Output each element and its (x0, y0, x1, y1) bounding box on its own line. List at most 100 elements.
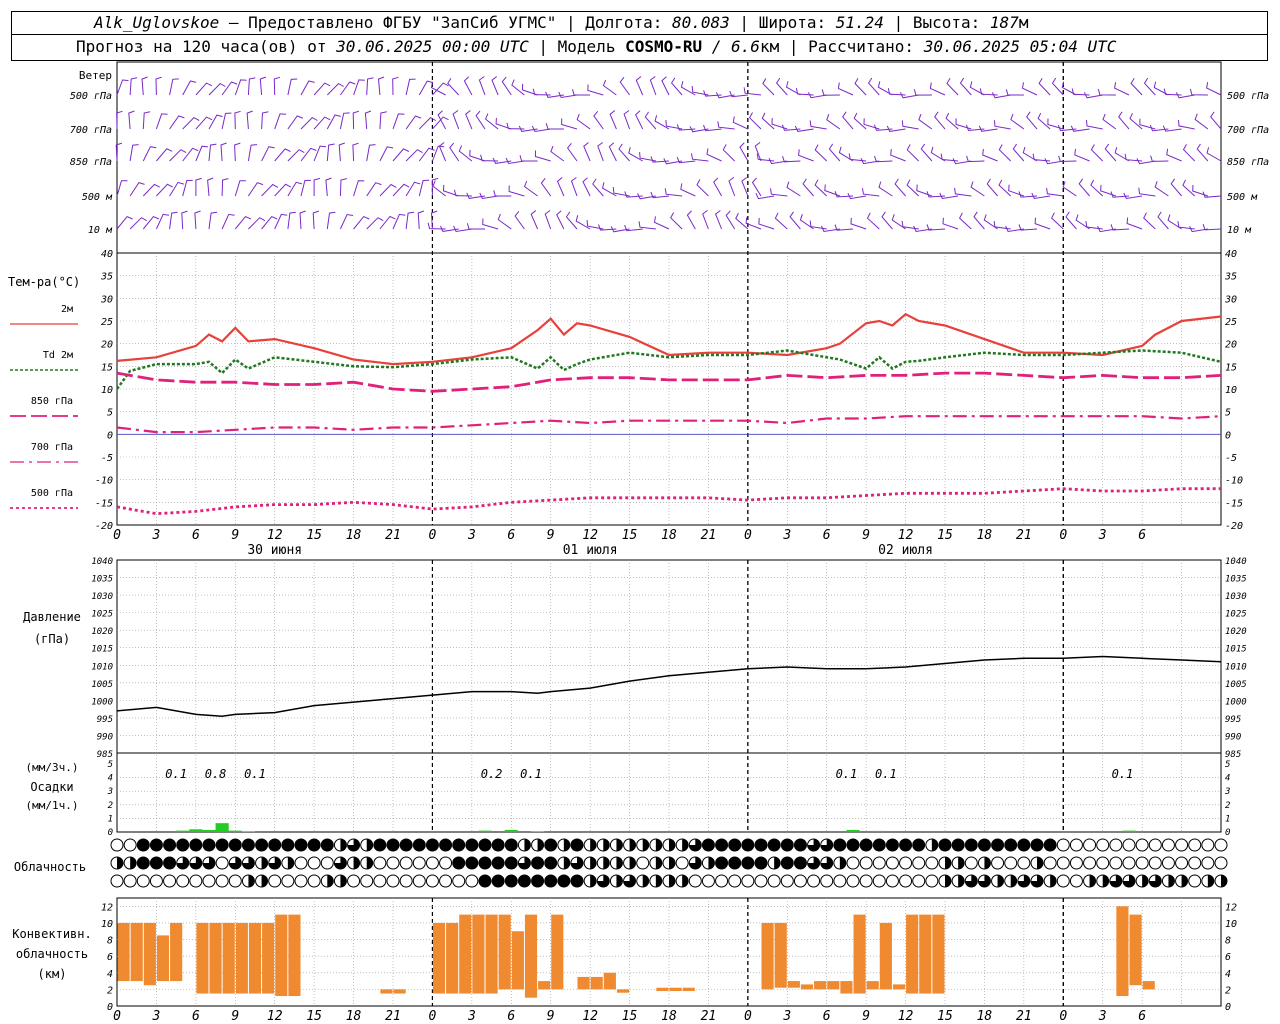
hour-tick-label: 15 (937, 528, 953, 543)
cloud-circle (1201, 856, 1215, 870)
cloud-fill (629, 839, 636, 851)
legend-td2m-label: Td 2м (43, 350, 73, 361)
cloud-circle (793, 838, 807, 852)
cloud-cover-icon (754, 856, 768, 870)
cloud-circle (202, 874, 216, 888)
cloud-circle (1017, 856, 1031, 870)
hour-tick-label: 3 (467, 528, 476, 543)
convective-bar (1129, 914, 1142, 986)
cloud-circle (268, 874, 282, 888)
hour-tick-label: 21 (701, 528, 717, 543)
temp-ytick-right: 40 (1225, 249, 1237, 260)
wind-barb (887, 88, 906, 96)
cloud-cover-icon (767, 856, 781, 870)
wind-barb (1139, 118, 1156, 130)
cloud-cover-icon (399, 856, 413, 870)
wind-barb (1163, 88, 1182, 96)
cloud-cover-icon (570, 838, 584, 852)
cloud-cover-icon (675, 856, 689, 870)
pres-ytick-left: 995 (97, 715, 113, 725)
cloud-cover-icon (202, 838, 216, 852)
convective-bar (235, 922, 248, 994)
wind-barb (234, 215, 252, 230)
cloud-cover-icon (688, 838, 702, 852)
precip-bar (176, 830, 190, 832)
wind-barb (1086, 119, 1103, 130)
cloud-cover-icon (228, 856, 242, 870)
cloud-circle (715, 838, 729, 852)
wind-barb (570, 177, 578, 197)
cloud-cover-icon (872, 856, 886, 870)
temp-ytick-right: -20 (1225, 521, 1243, 532)
convective-bar (932, 914, 945, 994)
hour-tick-label: 0 (1059, 1009, 1067, 1024)
cloud-cover-icon (636, 874, 650, 888)
wind-barb (1022, 146, 1038, 162)
wind-barb (261, 215, 278, 230)
precip-bar (478, 830, 492, 832)
convective-bar (222, 922, 235, 994)
wind-barb (774, 212, 788, 230)
cloud-cover-icon (728, 856, 742, 870)
precip-ytick-left: 2 (108, 801, 113, 811)
pres-ytick-left: 1035 (91, 575, 113, 585)
temp-ytick-left: 40 (101, 249, 113, 260)
cloud-cover-icon (504, 838, 518, 852)
convective-bar (787, 981, 800, 988)
cloud-cover-icon (899, 838, 913, 852)
cloud-cover-icon (754, 838, 768, 852)
wind-barb (601, 182, 617, 197)
conv-ytick-left: 10 (101, 919, 113, 930)
cloud-circle (1069, 856, 1083, 870)
wind-barb (234, 79, 247, 96)
cloud-cover-icon (951, 838, 965, 852)
wind-barb (795, 88, 814, 96)
cloud-cover-icon (609, 874, 623, 888)
wind-barb (366, 144, 376, 162)
cloud-cover-icon (465, 856, 479, 870)
cloud-circle (241, 838, 255, 852)
convective-bar (761, 922, 774, 990)
wind-barb (353, 180, 365, 197)
wind-barb (287, 78, 298, 96)
wind-barb (789, 211, 801, 230)
cloud-cover-icon (149, 838, 163, 852)
wind-barb (732, 116, 749, 130)
wind-barb (826, 114, 841, 130)
wind-barb (169, 78, 179, 96)
cloud-circle (452, 856, 466, 870)
wind-barb (644, 111, 657, 130)
wind-barb (417, 210, 425, 230)
wind-barb (696, 179, 709, 197)
cloud-circle (912, 838, 926, 852)
cloud-circle (478, 838, 492, 852)
wind-barb (1206, 147, 1222, 162)
cloud-circle (807, 874, 821, 888)
cloud-fill (366, 839, 373, 851)
wind-barb (1114, 146, 1130, 162)
cloud-circle (1109, 838, 1123, 852)
wind-barb (452, 110, 460, 130)
cloud-cover-icon (1201, 838, 1215, 852)
cloud-cover-icon (1043, 856, 1057, 870)
cloud-circle (885, 838, 899, 852)
cloud-cover-icon (977, 856, 991, 870)
wind-barb (116, 180, 128, 197)
cloud-circle (544, 856, 558, 870)
day-label: 02 июля (878, 543, 933, 558)
wind-barb (521, 83, 538, 96)
cloud-circle (846, 856, 860, 870)
cloud-cover-icon (636, 838, 650, 852)
convective-bar (577, 976, 590, 990)
cloud-cover-icon (1069, 874, 1083, 888)
cloud-cover-icon (544, 856, 558, 870)
convective-bar (853, 914, 866, 994)
legend-td2m: Td 2м (10, 350, 78, 371)
wind-barb (259, 76, 267, 96)
wind-barb (702, 210, 709, 230)
cloud-fill (590, 857, 597, 869)
hour-tick-label: 12 (582, 1009, 598, 1024)
cloud-circle (136, 874, 150, 888)
cloud-cover-icon (780, 856, 794, 870)
cloud-cover-icon (1056, 874, 1070, 888)
